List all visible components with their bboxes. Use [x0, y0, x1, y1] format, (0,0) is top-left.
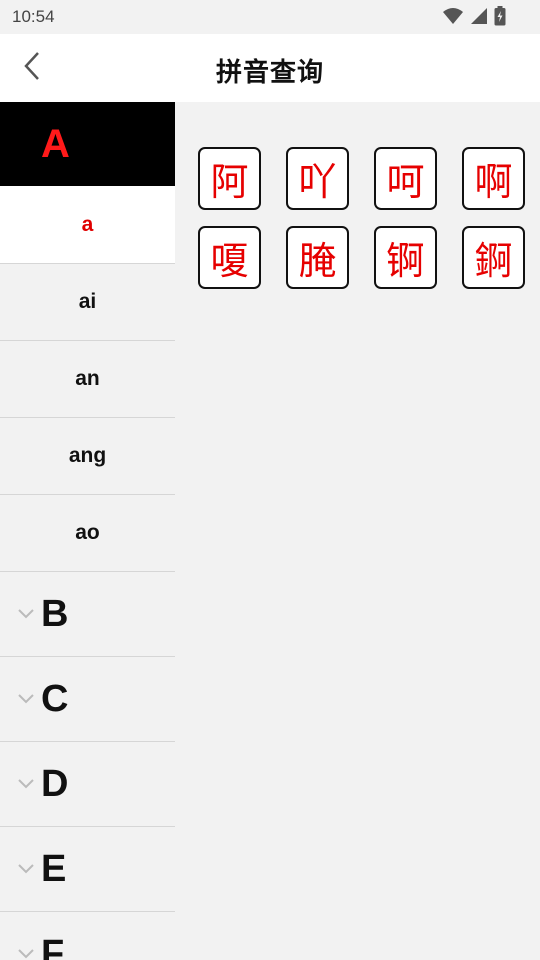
character-cell[interactable]: 吖	[286, 147, 349, 210]
group-header-letter: A	[41, 121, 70, 166]
chevron-down-icon	[17, 776, 35, 794]
status-bar: 10:54	[0, 0, 540, 34]
syllable-item-ao[interactable]: ao	[0, 495, 175, 572]
app-bar: 拼音查询	[0, 34, 540, 102]
chevron-down-icon	[17, 946, 35, 960]
character-cell[interactable]: 啊	[462, 147, 525, 210]
syllable-item-a[interactable]: a	[0, 186, 175, 264]
character-cell[interactable]: 阿	[198, 147, 261, 210]
chevron-down-icon	[17, 691, 35, 709]
syllable-label: an	[75, 367, 100, 390]
group-row-c[interactable]: C	[0, 657, 175, 742]
character-cell[interactable]: 腌	[286, 226, 349, 289]
chevron-down-icon	[17, 606, 35, 624]
character-cell[interactable]: 呵	[374, 147, 437, 210]
group-letter: B	[41, 592, 69, 635]
character-cell[interactable]: 嗄	[198, 226, 261, 289]
group-row-f[interactable]: F	[0, 912, 175, 960]
sidebar: A a ai an ang ao B C D E F	[0, 102, 175, 960]
page-title: 拼音查询	[215, 57, 324, 87]
group-letter: C	[41, 677, 69, 720]
chevron-down-icon	[17, 861, 35, 879]
group-row-b[interactable]: B	[0, 572, 175, 657]
group-letter: F	[41, 932, 65, 960]
character-cell[interactable]: 锕	[374, 226, 437, 289]
status-icons	[442, 6, 506, 31]
signal-icon	[470, 7, 488, 30]
syllable-label: ao	[75, 521, 100, 544]
syllable-label: ang	[68, 444, 107, 467]
group-row-e[interactable]: E	[0, 827, 175, 912]
status-time: 10:54	[12, 7, 55, 26]
group-row-d[interactable]: D	[0, 742, 175, 827]
syllable-label: ai	[78, 290, 97, 313]
syllable-item-ang[interactable]: ang	[0, 418, 175, 495]
syllable-item-ai[interactable]: ai	[0, 264, 175, 341]
wifi-icon	[442, 7, 464, 30]
group-letter: E	[41, 847, 67, 890]
syllable-item-an[interactable]: an	[0, 341, 175, 418]
group-header-a[interactable]: A	[0, 102, 175, 186]
character-cell[interactable]: 錒	[462, 226, 525, 289]
group-letter: D	[41, 762, 69, 805]
syllable-label: a	[81, 212, 94, 236]
battery-icon	[494, 6, 506, 31]
